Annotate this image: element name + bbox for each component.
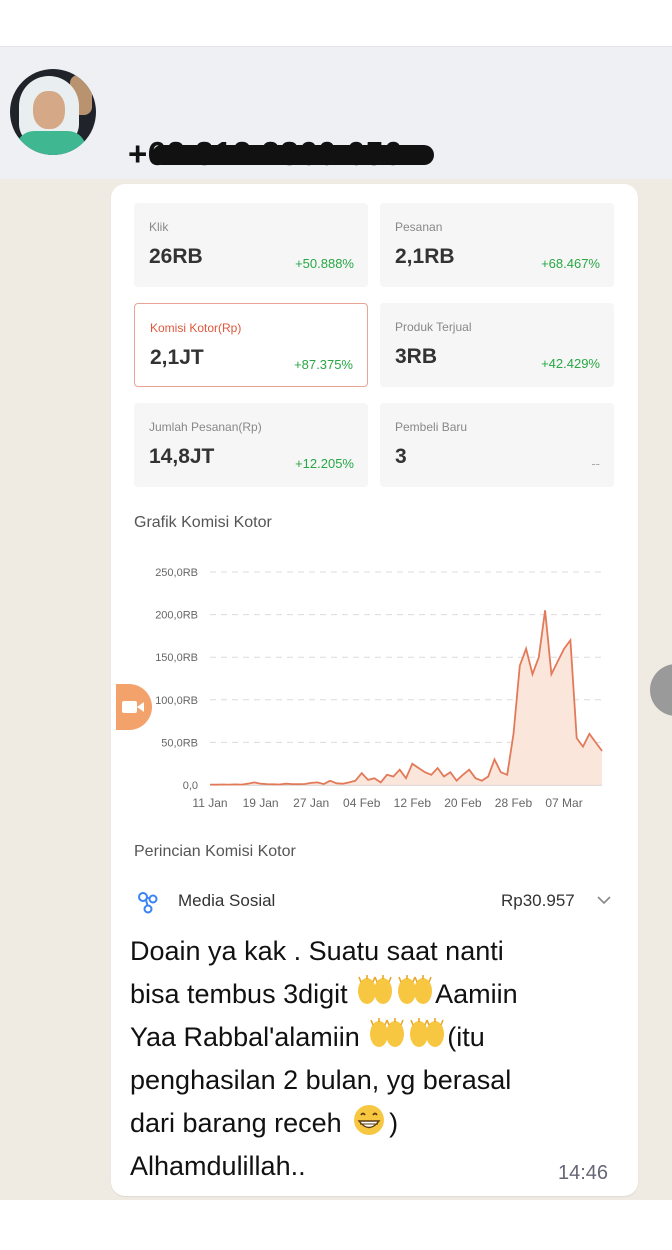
x-tick-label: 11 Jan	[192, 796, 227, 810]
stat-change: +12.205%	[295, 456, 354, 471]
stat-label: Jumlah Pesanan(Rp)	[149, 420, 262, 434]
message-line: Yaa Rabbal'alamiin (itu	[130, 1016, 610, 1059]
series-area	[210, 610, 602, 785]
raising-hands-emoji	[398, 975, 433, 1004]
y-tick-label: 50,0RB	[161, 737, 198, 749]
breakdown-label: Media Sosial	[178, 891, 276, 910]
screen-record-button[interactable]	[116, 684, 152, 730]
stat-change: +68.467%	[541, 256, 600, 271]
breakdown-value[interactable]: Rp30.957	[501, 891, 575, 911]
y-tick-label: 250,0RB	[155, 567, 198, 579]
chevron-down-icon[interactable]	[596, 893, 612, 907]
message-line: dari barang receh )	[130, 1102, 610, 1145]
stat-card-pembeli-baru[interactable]: Pembeli Baru 3 --	[380, 403, 614, 487]
message-line: Alhamdulillah..	[130, 1151, 306, 1181]
status-area	[0, 0, 672, 46]
y-tick-label: 200,0RB	[155, 610, 198, 622]
stat-value: 14,8JT	[149, 445, 215, 468]
stat-value: 26RB	[149, 245, 203, 268]
stat-change: +87.375%	[294, 357, 353, 372]
stat-label: Klik	[149, 220, 169, 234]
grinning-face-emoji	[354, 1105, 385, 1135]
chat-header: +62 812 2860 650	[0, 46, 672, 180]
y-tick-label: 150,0RB	[155, 652, 198, 664]
stat-value: 3RB	[395, 345, 438, 368]
stat-card-pesanan[interactable]: Pesanan 2,1RB +68.467%	[380, 203, 614, 287]
stat-card-jumlah-pesanan[interactable]: Jumlah Pesanan(Rp) 14,8JT +12.205%	[134, 403, 368, 487]
bottom-area	[0, 1200, 672, 1250]
message-line: bisa tembus 3digit Aamiin	[130, 973, 610, 1016]
stat-label: Komisi Kotor(Rp)	[150, 321, 242, 335]
video-camera-icon	[122, 701, 144, 713]
x-tick-label: 04 Feb	[343, 796, 381, 810]
x-tick-label: 19 Jan	[243, 796, 279, 810]
x-tick-label: 28 Feb	[495, 796, 533, 810]
stat-value: 2,1RB	[395, 245, 455, 268]
stat-card-produk-terjual[interactable]: Produk Terjual 3RB +42.429%	[380, 303, 614, 387]
stat-change: +42.429%	[541, 356, 600, 371]
stat-card-klik[interactable]: Klik 26RB +50.888%	[134, 203, 368, 287]
commission-chart: 0,0 50,0RB 100,0RB 150,0RB 200,0RB 250,0RB 11 …	[155, 567, 603, 810]
stat-label: Pembeli Baru	[395, 420, 468, 434]
stat-value: 3	[395, 445, 407, 468]
y-tick-label: 100,0RB	[155, 695, 198, 707]
raising-hands-emoji	[358, 975, 393, 1004]
breakdown-title: Perincian Komisi Kotor	[134, 843, 296, 860]
contact-avatar[interactable]	[10, 69, 96, 155]
stat-label: Pesanan	[395, 220, 443, 234]
x-tick-label: 27 Jan	[293, 796, 329, 810]
message-timestamp: 14:46	[558, 1162, 609, 1184]
x-tick-label: 12 Feb	[394, 796, 432, 810]
stat-label: Produk Terjual	[395, 320, 472, 334]
message-line: penghasilan 2 bulan, yg berasal	[130, 1065, 512, 1095]
stat-change: +50.888%	[295, 256, 354, 271]
stat-value: 2,1JT	[150, 346, 204, 369]
raising-hands-emoji	[370, 1018, 405, 1047]
raising-hands-emoji	[410, 1018, 445, 1047]
stat-change: --	[591, 456, 600, 471]
redaction-bar	[152, 145, 434, 165]
chart-title: Grafik Komisi Kotor	[134, 514, 272, 531]
message-line: Doain ya kak . Suatu saat nanti	[130, 936, 504, 966]
stat-card-komisi-kotor[interactable]: Komisi Kotor(Rp) 2,1JT +87.375%	[134, 303, 368, 387]
y-tick-label: 0,0	[183, 780, 198, 792]
x-tick-label: 07 Mar	[545, 796, 582, 810]
share-nodes-icon	[138, 892, 158, 914]
x-tick-label: 20 Feb	[444, 796, 482, 810]
message-text: Doain ya kak . Suatu saat nanti bisa tem…	[130, 930, 610, 1188]
